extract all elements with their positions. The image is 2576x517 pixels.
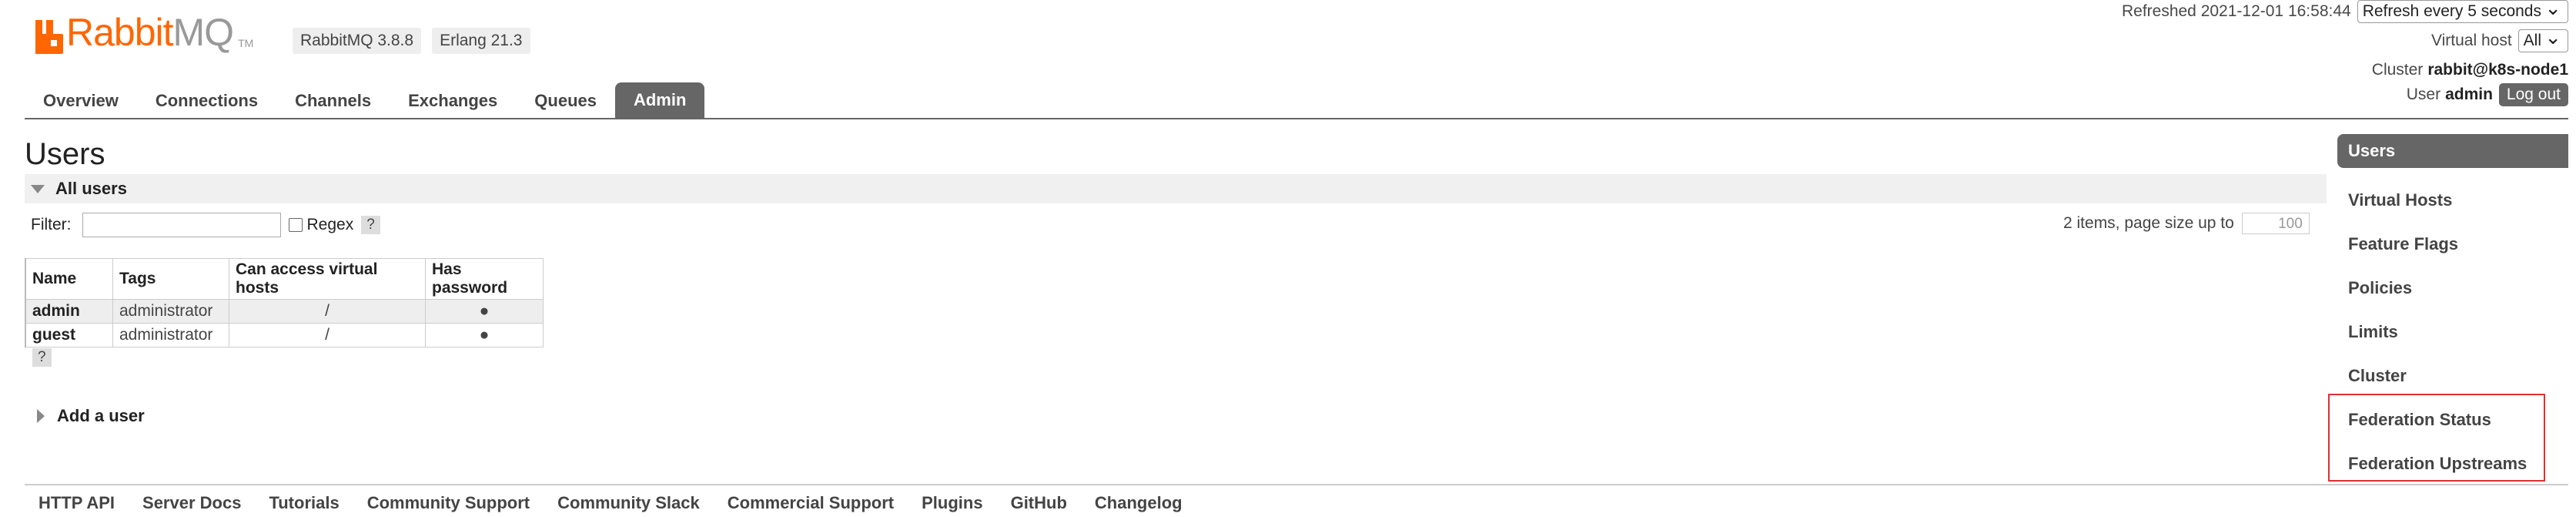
table-help-button[interactable]: ?	[32, 348, 52, 367]
footer-link-community-slack[interactable]: Community Slack	[544, 493, 714, 513]
column-header-tags[interactable]: Tags	[112, 258, 229, 300]
virtual-host-label: Virtual host	[2430, 32, 2512, 49]
tab-exchanges[interactable]: Exchanges	[390, 83, 516, 119]
user-label: User	[2406, 86, 2441, 103]
refreshed-timestamp: Refreshed 2021-12-01 16:58:44	[2121, 2, 2351, 20]
page-size-input[interactable]: 100	[2241, 213, 2310, 234]
footer-link-github[interactable]: GitHub	[997, 493, 1081, 513]
tab-channels[interactable]: Channels	[276, 83, 390, 119]
filter-help-button[interactable]: ?	[361, 216, 380, 234]
tab-admin[interactable]: Admin	[614, 82, 705, 119]
regex-checkbox[interactable]	[288, 218, 303, 232]
logo-trademark: TM	[238, 37, 254, 49]
has-password-indicator: ●	[425, 323, 544, 347]
tab-queues[interactable]: Queues	[516, 83, 615, 119]
user-name-link[interactable]: admin	[25, 299, 113, 324]
footer-link-http-api[interactable]: HTTP API	[25, 493, 129, 513]
version-badges: RabbitMQ 3.8.8 Erlang 21.3	[293, 28, 530, 54]
sidebar-item-limits[interactable]: Limits	[2337, 310, 2568, 354]
virtual-host-select[interactable]: All	[2517, 25, 2568, 52]
tab-connections[interactable]: Connections	[137, 83, 276, 119]
user-name-link[interactable]: guest	[25, 323, 113, 347]
filter-label: Filter:	[31, 216, 72, 233]
erlang-version-badge: Erlang 21.3	[432, 28, 530, 54]
footer-links: HTTP API Server Docs Tutorials Community…	[25, 493, 1196, 513]
sidebar-item-cluster[interactable]: Cluster	[2337, 354, 2568, 398]
highlight-annotation-box	[2328, 394, 2545, 482]
user-vhosts: /	[229, 299, 426, 324]
main-nav-tabs: Overview Connections Channels Exchanges …	[25, 80, 705, 119]
cluster-label: Cluster	[2371, 61, 2424, 79]
cluster-name: rabbit@k8s-node1	[2427, 61, 2568, 79]
filter-input[interactable]	[82, 213, 281, 237]
footer-link-tutorials[interactable]: Tutorials	[255, 493, 353, 513]
table-row: guest administrator / ●	[25, 323, 544, 347]
footer-link-changelog[interactable]: Changelog	[1081, 493, 1196, 513]
column-header-has-password[interactable]: Has password	[425, 258, 544, 300]
footer-link-server-docs[interactable]: Server Docs	[129, 493, 255, 513]
logo-wordmark: RabbitMQ	[66, 11, 234, 54]
expand-triangle-icon	[37, 409, 45, 423]
status-panel: Refreshed 2021-12-01 16:58:44 Refresh ev…	[2122, 0, 2568, 108]
all-users-section-header[interactable]	[25, 174, 2327, 203]
table-row: admin administrator / ●	[25, 299, 544, 324]
sidebar-item-policies[interactable]: Policies	[2337, 266, 2568, 310]
user-vhosts: /	[229, 323, 426, 347]
filter-row: Filter: Regex ?	[31, 213, 380, 237]
page-title: Users	[25, 137, 105, 171]
footer-link-plugins[interactable]: Plugins	[908, 493, 996, 513]
sidebar-item-virtual-hosts[interactable]: Virtual Hosts	[2337, 178, 2568, 222]
sidebar-item-feature-flags[interactable]: Feature Flags	[2337, 222, 2568, 266]
all-users-toggle[interactable]: All users	[31, 179, 127, 199]
user-tags: administrator	[112, 323, 229, 347]
current-user-name: admin	[2445, 86, 2493, 103]
rabbitmq-version-badge: RabbitMQ 3.8.8	[293, 28, 422, 54]
footer-divider	[25, 484, 2568, 485]
logout-button[interactable]: Log out	[2498, 83, 2568, 106]
user-tags: administrator	[112, 299, 229, 324]
collapse-triangle-icon	[31, 184, 45, 193]
tabs-divider	[25, 118, 2568, 119]
table-header-row: Name Tags Can access virtual hosts Has p…	[25, 258, 544, 300]
footer-link-commercial-support[interactable]: Commercial Support	[714, 493, 908, 513]
add-user-label: Add a user	[57, 406, 145, 425]
regex-label: Regex	[306, 216, 354, 233]
add-user-toggle[interactable]: Add a user	[37, 406, 145, 426]
refresh-interval-value: Refresh every 5 seconds	[2362, 2, 2541, 20]
column-header-name[interactable]: Name	[25, 258, 113, 300]
users-table: Name Tags Can access virtual hosts Has p…	[25, 258, 544, 347]
all-users-label: All users	[55, 179, 127, 198]
virtual-host-value: All	[2523, 32, 2541, 49]
rabbitmq-logo[interactable]: RabbitMQ TM	[35, 8, 253, 54]
sidebar-item-users[interactable]: Users	[2337, 134, 2568, 168]
rabbit-logo-icon	[35, 20, 63, 54]
has-password-indicator: ●	[425, 299, 544, 324]
footer-link-community-support[interactable]: Community Support	[353, 493, 544, 513]
refresh-interval-select[interactable]: Refresh every 5 seconds	[2357, 0, 2568, 23]
column-header-virtual-hosts[interactable]: Can access virtual hosts	[229, 258, 426, 300]
tab-overview[interactable]: Overview	[25, 83, 137, 119]
paging-text: 2 items, page size up to	[2063, 214, 2234, 232]
paging-controls: 2 items, page size up to 100	[2063, 213, 2310, 234]
